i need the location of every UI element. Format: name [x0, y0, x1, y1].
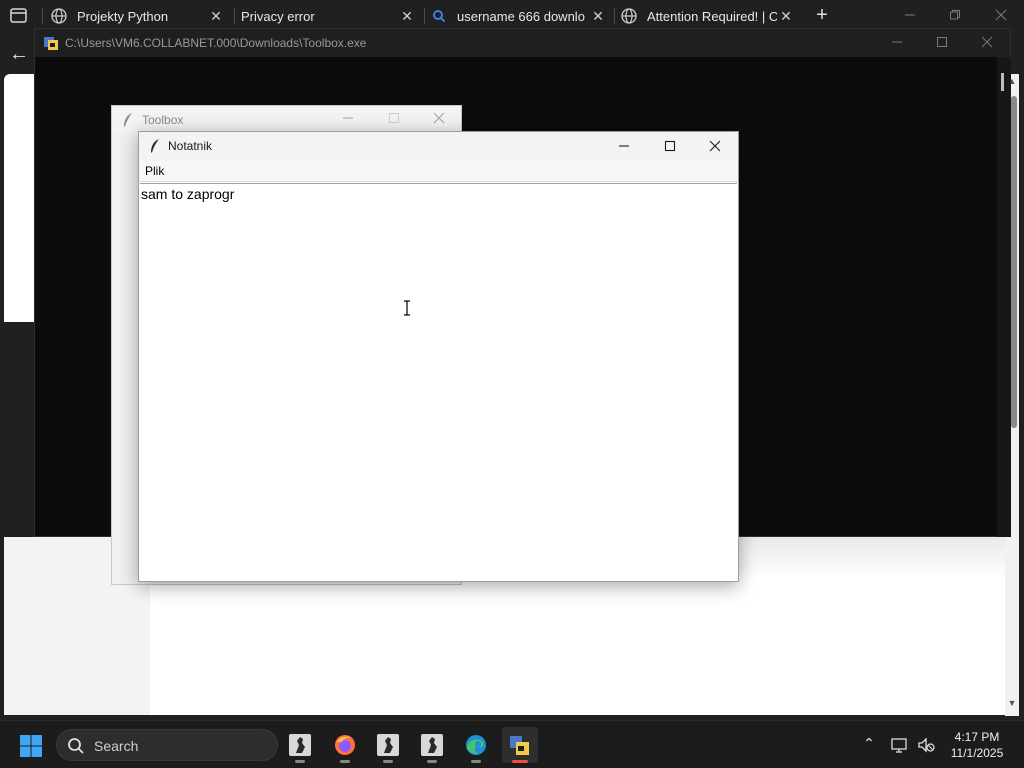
page-scrollbar-thumb[interactable] [1011, 96, 1017, 428]
running-indicator [295, 760, 305, 763]
taskbar: Search ⌃ 4:17 PM 11/1/2025 [0, 720, 1024, 768]
clock-date: 11/1/2025 [950, 746, 1004, 760]
close-window-button[interactable] [989, 4, 1013, 28]
notatnik-minimize-button[interactable] [609, 134, 639, 160]
python-app-icon [510, 736, 529, 755]
console-minimize-button[interactable] [885, 31, 909, 55]
edge-icon [466, 735, 486, 755]
toolbox-minimize-button[interactable] [336, 108, 360, 132]
restore-button[interactable] [943, 4, 967, 28]
close-icon [981, 36, 993, 48]
console-titlebar[interactable]: C:\Users\VM6.COLLABNET.000\Downloads\Too… [35, 29, 1010, 57]
console-scrollbar-thumb[interactable] [1001, 73, 1004, 91]
running-indicator [471, 760, 481, 763]
close-icon[interactable]: ✕ [778, 8, 794, 24]
maximize-icon [937, 37, 947, 47]
toolbox-title: Toolbox [142, 113, 184, 127]
restore-icon [950, 10, 960, 20]
taskbar-app-edge[interactable] [458, 727, 494, 763]
maximize-icon [389, 113, 399, 123]
running-indicator [427, 760, 437, 763]
notatnik-maximize-button[interactable] [655, 134, 685, 160]
taskbar-app-counter-strike[interactable] [282, 727, 318, 763]
notatnik-close-button[interactable] [700, 134, 730, 160]
minimize-icon [619, 145, 629, 147]
close-icon[interactable]: ✕ [399, 8, 415, 24]
running-indicator [340, 760, 350, 763]
notatnik-text-content: sam to zaprogr [141, 186, 235, 202]
console-maximize-button[interactable] [930, 31, 954, 55]
tab-separator [424, 8, 425, 24]
firefox-icon [335, 735, 355, 755]
notatnik-text-area[interactable]: sam to zaprogr [140, 183, 737, 581]
tab-separator [234, 8, 235, 24]
minimize-icon [905, 14, 915, 16]
toolbox-maximize-button[interactable] [382, 108, 406, 132]
globe-icon [621, 8, 637, 24]
feather-icon [151, 139, 159, 153]
close-icon [433, 112, 445, 124]
maximize-icon [664, 140, 676, 152]
taskbar-clock[interactable]: 4:17 PM 11/1/2025 [945, 729, 1009, 761]
console-scrollbar[interactable] [997, 57, 1011, 537]
windows-start-icon[interactable] [19, 734, 43, 758]
tab-title: Projekty Python [77, 8, 169, 24]
tab-title: username 666 downloa [457, 8, 585, 24]
taskbar-app-counter-strike-3[interactable] [414, 727, 450, 763]
taskbar-app-python-toolbox[interactable] [502, 727, 538, 763]
console-path-title: C:\Users\VM6.COLLABNET.000\Downloads\Too… [65, 36, 367, 50]
scroll-down-icon[interactable]: ▼ [1006, 698, 1018, 708]
close-icon [709, 140, 721, 152]
minimize-icon [343, 117, 353, 119]
toolbox-close-button[interactable] [427, 108, 451, 132]
minimize-icon [892, 41, 902, 43]
network-icon[interactable] [890, 735, 910, 755]
taskbar-app-firefox[interactable] [327, 727, 363, 763]
running-indicator [383, 760, 393, 763]
notatnik-titlebar[interactable]: Notatnik [139, 132, 738, 161]
close-icon [995, 9, 1007, 21]
counter-strike-icon [289, 734, 311, 756]
search-icon [68, 738, 84, 754]
search-icon [433, 10, 446, 23]
clock-time: 4:17 PM [954, 730, 1000, 744]
tab-title: Privacy error [241, 8, 315, 24]
console-app-icon [44, 37, 58, 50]
console-close-button[interactable] [975, 31, 999, 55]
notatnik-menubar: Plik [139, 161, 738, 182]
toolbox-titlebar[interactable]: Toolbox [112, 106, 461, 134]
minimize-button[interactable] [898, 4, 922, 28]
active-indicator [512, 760, 528, 763]
taskbar-search-box[interactable]: Search [56, 729, 278, 761]
globe-icon [51, 8, 67, 24]
page-content-edge [4, 74, 36, 322]
taskbar-app-counter-strike-2[interactable] [370, 727, 406, 763]
tray-overflow-chevron-icon[interactable]: ⌃ [861, 735, 877, 753]
volume-muted-icon[interactable] [916, 735, 936, 755]
back-button[interactable]: ← [6, 42, 32, 66]
text-cursor-icon [404, 300, 410, 316]
new-tab-button[interactable]: + [812, 5, 832, 25]
tab-title: Attention Required! | Cl [647, 8, 777, 24]
notatnik-title: Notatnik [168, 139, 213, 153]
tab-actions-icon[interactable] [8, 6, 30, 26]
notatnik-window: Notatnik Plik sam to zaprogr [138, 131, 739, 582]
counter-strike-icon [377, 734, 399, 756]
feather-icon [124, 113, 132, 127]
tab-separator [614, 8, 615, 24]
counter-strike-icon [421, 734, 443, 756]
search-placeholder: Search [94, 738, 139, 754]
menu-item-plik[interactable]: Plik [145, 164, 164, 178]
tab-separator [42, 8, 43, 24]
close-icon[interactable]: ✕ [208, 8, 224, 24]
close-icon[interactable]: ✕ [590, 8, 606, 24]
